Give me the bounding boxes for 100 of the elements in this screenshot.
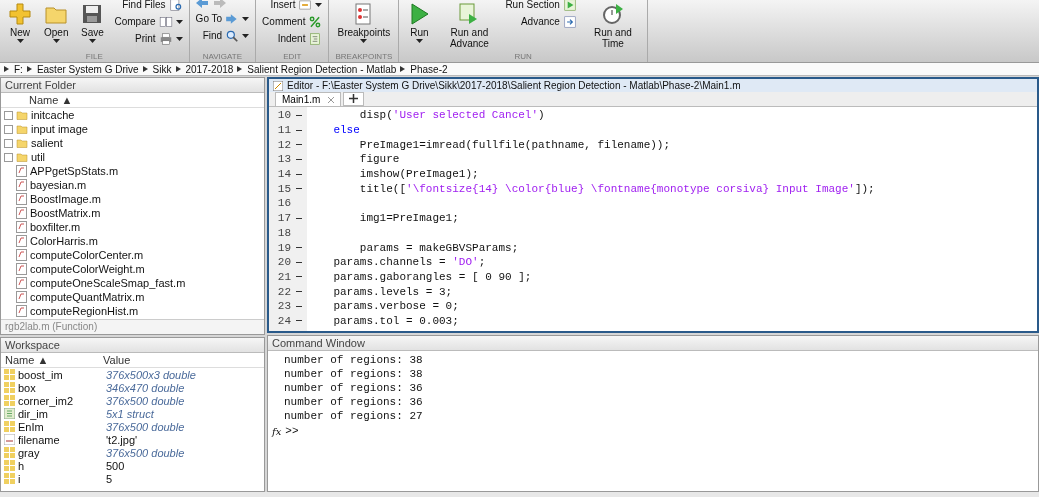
breakpoint-marker[interactable] (296, 320, 302, 322)
toolbar-button[interactable]: Compare (114, 14, 183, 29)
breakpoint-marker[interactable] (296, 261, 302, 263)
line-number: 24 (276, 314, 291, 327)
output-line: number of regions: 38 (284, 354, 424, 368)
breakpoint-marker[interactable] (296, 173, 302, 175)
breakpoint-marker[interactable] (296, 247, 302, 249)
line-number: 19 (276, 241, 291, 254)
path-segment[interactable]: F: (14, 63, 23, 75)
output-line: number of regions: 27 (284, 410, 424, 424)
toolbar-button[interactable]: Find Files (114, 0, 183, 12)
file-list-item[interactable]: ColorHarris.m (1, 234, 264, 248)
close-icon[interactable] (328, 96, 335, 103)
separator-icon (175, 66, 181, 72)
toolbar-button[interactable]: Advance (505, 14, 577, 29)
column-header[interactable]: Value (103, 353, 131, 367)
breakpoint-marker[interactable] (296, 158, 302, 160)
grid-icon (4, 473, 15, 484)
file-list-item[interactable]: initcache (1, 108, 264, 122)
compare-icon (158, 14, 173, 29)
breakpoint-marker[interactable] (296, 291, 302, 293)
code-line: PreImage1=imread(fullfile(pathname, filename)); (358, 138, 671, 151)
toolbar-button[interactable]: Print (114, 31, 183, 46)
toolbar-button[interactable]: Run and Advance (441, 0, 498, 49)
text-variable-icon (4, 434, 15, 445)
path-segment[interactable]: Sikk (152, 63, 172, 75)
file-list-item[interactable]: APPgetSpStats.m (1, 164, 264, 178)
breakpoint-marker[interactable] (296, 217, 302, 219)
breakpoint-marker[interactable] (296, 188, 302, 190)
file-list-item[interactable]: BoostMatrix.m (1, 206, 264, 220)
line-number: 11 (276, 124, 291, 137)
line-number: 21 (276, 270, 291, 283)
breakpoint-marker[interactable] (296, 114, 302, 116)
line-number: 18 (276, 226, 291, 239)
search-file-icon (168, 0, 183, 12)
file-list-item[interactable]: bayesian.m (1, 178, 264, 192)
column-header[interactable]: Name ▲ (1, 353, 103, 367)
new-tab-button[interactable] (343, 92, 365, 106)
variable-name[interactable]: h (18, 459, 25, 472)
breakpoint-marker[interactable] (296, 276, 302, 278)
toolbar-button[interactable]: Insert (262, 0, 323, 12)
function-file-icon (16, 221, 27, 233)
toolbar-button[interactable]: Find (195, 28, 250, 43)
back-forward-icon[interactable] (195, 0, 226, 9)
insert-icon (298, 0, 313, 12)
advance-icon (562, 14, 577, 29)
separator-icon (26, 66, 32, 72)
toolbar-button[interactable]: Run and Time (584, 0, 641, 49)
file-list-item[interactable]: computeOneScaleSmap_fast.m (1, 276, 264, 290)
breakpoint-marker[interactable] (296, 129, 302, 131)
path-segment[interactable]: Easter System G Drive (36, 63, 139, 75)
file-list-item[interactable]: computeColorCenter.m (1, 248, 264, 262)
variable-name[interactable]: boost_im (18, 368, 63, 381)
struct-icon (4, 408, 15, 419)
file-list-item[interactable]: computeColorWeight.m (1, 262, 264, 276)
column-header[interactable]: Name ▲ (1, 93, 73, 107)
command-prompt: >> (285, 425, 299, 437)
toolbar-button[interactable]: Go To (195, 11, 250, 26)
path-segment[interactable]: Phase-2 (410, 63, 448, 75)
variable-value: 376x500 double (106, 420, 185, 433)
file-list-item[interactable]: computeQuantMatrix.m (1, 290, 264, 304)
path-segment[interactable]: Salient Region Detection - Matlab (247, 63, 397, 75)
grid-icon (4, 382, 15, 393)
line-number: 15 (276, 182, 291, 195)
code-line: params.channels = 'DO'; (332, 256, 486, 269)
percent-icon (308, 14, 323, 29)
variable-value: 't2.jpg' (106, 433, 138, 446)
breakpoint-marker[interactable] (296, 305, 302, 307)
file-list-item[interactable]: BoostImage.m (1, 192, 264, 206)
search-icon (225, 28, 240, 43)
function-browser-button[interactable]: fx (272, 425, 282, 437)
variable-name[interactable]: dir_im (18, 407, 48, 420)
plus-icon (8, 2, 32, 26)
toolbar-button[interactable]: Save (78, 0, 107, 43)
toolbar-button[interactable]: New (6, 0, 34, 43)
file-list-item[interactable]: input image (1, 122, 264, 136)
grid-icon (4, 395, 15, 406)
toolbar-button[interactable]: Run Section (505, 0, 577, 12)
output-line: number of regions: 36 (284, 382, 424, 396)
variable-name[interactable]: corner_im2 (18, 394, 74, 407)
path-segment[interactable]: 2017-2018 (185, 63, 234, 75)
breakpoint-marker[interactable] (296, 144, 302, 146)
toolbar-button[interactable]: Open (42, 0, 71, 43)
variable-name[interactable]: box (18, 381, 36, 394)
file-list-item[interactable]: salient (1, 136, 264, 150)
file-list-item[interactable]: util (1, 150, 264, 164)
toolbar-button[interactable]: Comment (262, 14, 323, 29)
variable-name[interactable]: i (18, 472, 21, 485)
toolbar-button[interactable]: Run (405, 0, 434, 43)
code-line: title(['\fontsize{14} \color{blue} \fontname{monotype corsiva} Input Image']); (358, 182, 875, 195)
line-number: 23 (276, 300, 291, 313)
file-list-item[interactable]: boxfilter.m (1, 220, 264, 234)
toolbar-button[interactable]: Indent (262, 31, 323, 46)
variable-name[interactable]: filename (18, 433, 60, 446)
file-list-item[interactable]: computeRegionHist.m (1, 304, 264, 318)
variable-name[interactable]: EnIm (18, 420, 44, 433)
toolbar-button[interactable]: Breakpoints (335, 0, 392, 43)
variable-name[interactable]: gray (18, 446, 40, 459)
code-line: disp('User selected Cancel') (358, 109, 545, 122)
code-line: params.levels = 3; (332, 285, 453, 298)
